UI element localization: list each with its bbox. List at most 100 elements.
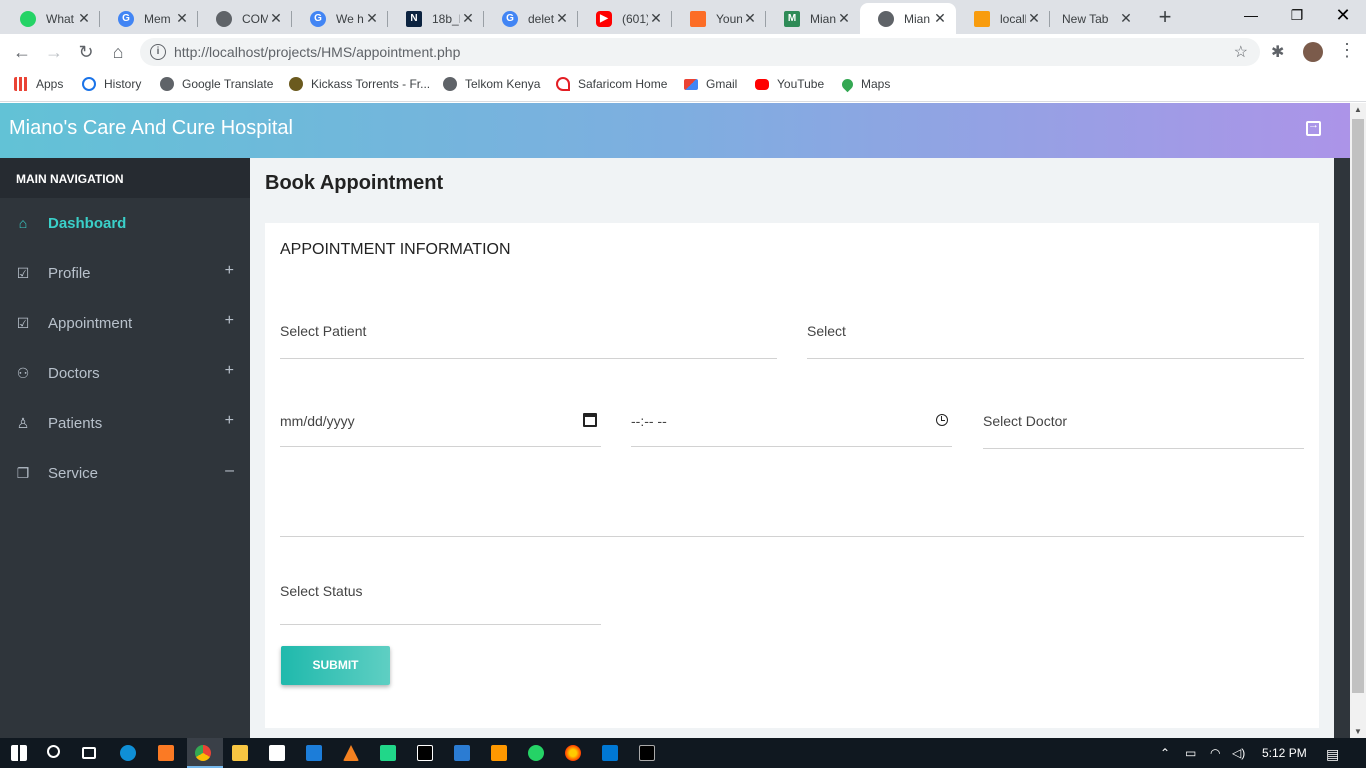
browser-tab[interactable]: G delete ✕ <box>484 3 578 34</box>
search-icon[interactable] <box>47 745 60 758</box>
expand-icon[interactable]: + <box>225 362 234 380</box>
textarea-field[interactable] <box>280 513 1304 537</box>
browser-tab-active[interactable]: Mian ✕ <box>860 3 956 34</box>
submit-button[interactable]: SUBMIT <box>281 646 390 685</box>
terminal-icon[interactable] <box>639 745 655 761</box>
pycharm-icon[interactable] <box>380 745 396 761</box>
star-icon[interactable]: ☆ <box>1234 42 1248 62</box>
bookmark-safaricom[interactable]: Safaricom Home <box>556 77 667 91</box>
task-view-icon[interactable] <box>82 747 96 759</box>
bookmark-apps[interactable]: Apps <box>14 77 63 91</box>
close-icon[interactable]: ✕ <box>648 10 664 27</box>
minimize-button[interactable]: — <box>1228 4 1274 26</box>
address-bar[interactable]: i http://localhost/projects/HMS/appointm… <box>140 38 1260 66</box>
time-input[interactable]: --:-- -- <box>631 413 952 447</box>
intellij-icon[interactable] <box>417 745 433 761</box>
browser-tab[interactable]: ▶ (601) ✕ <box>578 3 672 34</box>
browser-tab[interactable]: G Mem ✕ <box>100 3 198 34</box>
store-icon[interactable] <box>269 745 285 761</box>
wifi-icon[interactable]: ◠ <box>1210 746 1220 760</box>
volume-icon[interactable]: ◁) <box>1232 746 1245 760</box>
expand-icon[interactable]: + <box>225 262 234 280</box>
browser-tab[interactable]: New Tab ✕ <box>1044 3 1142 34</box>
avatar[interactable] <box>1303 42 1323 62</box>
close-icon[interactable]: ✕ <box>174 10 190 27</box>
scroll-up-icon[interactable]: ▲ <box>1354 105 1362 114</box>
url-text[interactable]: http://localhost/projects/HMS/appointmen… <box>174 44 460 60</box>
calendar-icon[interactable] <box>583 413 597 427</box>
vlc-icon[interactable] <box>343 745 359 761</box>
home-button[interactable]: ⌂ <box>106 40 130 64</box>
taskbar-clock[interactable]: 5:12 PM <box>1262 746 1307 760</box>
sidebar-item-profile[interactable]: ☑ Profile + <box>0 248 250 298</box>
menu-icon[interactable]: ⋮ <box>1338 40 1356 61</box>
forward-button[interactable]: → <box>42 40 66 64</box>
browser-tab[interactable]: N 18b_P ✕ <box>388 3 484 34</box>
new-tab-button[interactable]: + <box>1154 6 1176 28</box>
bookmark-google-translate[interactable]: Google Translate <box>160 77 273 91</box>
doctor-select[interactable]: Select Doctor <box>983 413 1304 449</box>
extensions-icon[interactable]: ✱ <box>1271 42 1284 62</box>
file-icon[interactable] <box>454 745 470 761</box>
restore-button[interactable]: ❐ <box>1274 4 1320 26</box>
close-icon[interactable]: ✕ <box>554 10 570 27</box>
close-icon[interactable]: ✕ <box>836 10 852 27</box>
battery-icon[interactable]: ▭ <box>1185 746 1196 760</box>
firefox-icon[interactable] <box>565 745 581 761</box>
sidebar-item-service[interactable]: ❐ Service – <box>0 448 250 498</box>
bookmark-youtube[interactable]: YouTube <box>755 77 824 91</box>
vscode-icon[interactable] <box>602 745 618 761</box>
mail-icon[interactable] <box>306 745 322 761</box>
sublime-icon[interactable] <box>491 745 507 761</box>
close-icon[interactable]: ✕ <box>742 10 758 27</box>
close-icon[interactable]: ✕ <box>460 10 476 27</box>
close-icon[interactable]: ✕ <box>76 10 92 27</box>
expand-icon[interactable]: + <box>225 312 234 330</box>
expand-icon[interactable]: + <box>225 412 234 430</box>
patient-select[interactable]: Select Patient <box>280 323 777 359</box>
chevron-up-icon[interactable]: ⌃ <box>1160 746 1170 760</box>
info-icon[interactable]: i <box>150 44 166 60</box>
logout-icon[interactable] <box>1306 119 1321 136</box>
sidebar-item-doctors[interactable]: ⚇ Doctors + <box>0 348 250 398</box>
notifications-icon[interactable]: ▤ <box>1326 746 1339 763</box>
browser-tab[interactable]: COMP ✕ <box>198 3 292 34</box>
browser-tab[interactable]: What ✕ <box>2 3 100 34</box>
scroll-down-icon[interactable]: ▼ <box>1354 727 1362 736</box>
generic-select[interactable]: Select <box>807 323 1304 359</box>
bookmark-kickass[interactable]: Kickass Torrents - Fr... <box>289 77 430 91</box>
close-icon[interactable]: ✕ <box>932 10 948 27</box>
browser-tab[interactable]: M Mian ✕ <box>766 3 860 34</box>
close-icon[interactable]: ✕ <box>268 10 284 27</box>
sidebar-item-patients[interactable]: ♙ Patients + <box>0 398 250 448</box>
status-select[interactable]: Select Status <box>280 583 601 625</box>
close-icon[interactable]: ✕ <box>1118 10 1134 27</box>
browser-tab[interactable]: G We ha ✕ <box>292 3 388 34</box>
windows-start-icon[interactable] <box>11 745 27 761</box>
date-input[interactable]: mm/dd/yyyy <box>280 413 601 447</box>
chrome-icon[interactable] <box>195 745 211 761</box>
scrollbar-thumb[interactable] <box>1352 119 1364 693</box>
main-content: Book Appointment APPOINTMENT INFORMATION… <box>250 158 1334 738</box>
bookmark-gmail[interactable]: Gmail <box>684 77 737 91</box>
xampp-icon[interactable] <box>158 745 174 761</box>
bookmark-maps[interactable]: Maps <box>839 76 890 92</box>
reload-button[interactable]: ↻ <box>74 40 98 64</box>
file-explorer-icon[interactable] <box>232 745 248 761</box>
edge-icon[interactable] <box>120 745 136 761</box>
sidebar-item-appointment[interactable]: ☑ Appointment + <box>0 298 250 348</box>
clock-icon[interactable] <box>936 414 948 426</box>
back-button[interactable]: ← <box>10 40 34 64</box>
close-icon[interactable]: ✕ <box>364 10 380 27</box>
bookmark-telkom[interactable]: Telkom Kenya <box>443 77 540 91</box>
app-title[interactable]: Miano's Care And Cure Hospital <box>9 117 293 140</box>
close-window-button[interactable]: ✕ <box>1320 4 1366 26</box>
bookmark-history[interactable]: History <box>82 77 141 91</box>
collapse-icon[interactable]: – <box>225 462 234 480</box>
sidebar-item-dashboard[interactable]: ⌂ Dashboard <box>0 198 250 248</box>
whatsapp-icon[interactable] <box>528 745 544 761</box>
close-icon[interactable]: ✕ <box>1026 10 1042 27</box>
browser-tab[interactable]: localh ✕ <box>956 3 1050 34</box>
browser-tab[interactable]: Young ✕ <box>672 3 766 34</box>
page-scrollbar[interactable]: ▲ ▼ <box>1350 103 1366 738</box>
